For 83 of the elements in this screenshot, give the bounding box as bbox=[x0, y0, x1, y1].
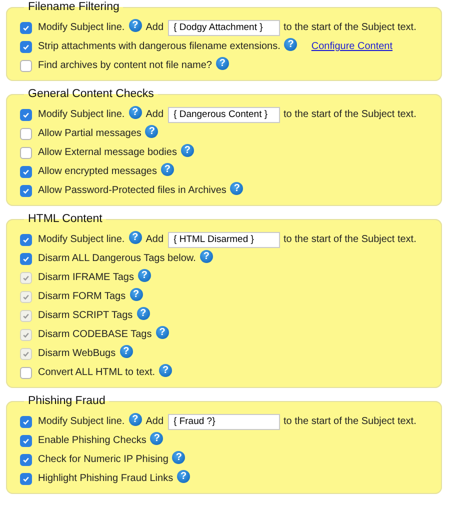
help-icon[interactable]: ? bbox=[216, 56, 229, 70]
option-label: Highlight Phishing Fraud Links bbox=[38, 473, 174, 484]
option-label: Modify Subject line. bbox=[38, 109, 125, 120]
section-title: HTML Content bbox=[27, 212, 104, 226]
checkbox[interactable] bbox=[20, 416, 32, 428]
section-title: Phishing Fraud bbox=[27, 394, 106, 408]
configure-link[interactable]: Configure Content bbox=[311, 41, 393, 52]
option-label: Check for Numeric IP Phising bbox=[38, 454, 168, 465]
help-icon[interactable]: ? bbox=[128, 18, 142, 32]
check-icon bbox=[22, 254, 30, 262]
checkbox[interactable] bbox=[20, 434, 32, 446]
check-icon bbox=[22, 474, 30, 482]
option-label: Add bbox=[146, 109, 164, 120]
help-icon[interactable]: ? bbox=[145, 124, 158, 138]
help-icon[interactable]: ? bbox=[200, 250, 213, 262]
option-label: Disarm ALL Dangerous Tags below. bbox=[38, 253, 196, 264]
check-icon bbox=[22, 42, 30, 50]
option-label: Modify Subject line. bbox=[38, 234, 125, 245]
option-label: Allow Partial messages bbox=[38, 128, 142, 139]
option-label: Enable Phishing Checks bbox=[38, 435, 146, 446]
check-icon bbox=[22, 186, 30, 194]
checkbox[interactable] bbox=[20, 22, 32, 34]
option-label: to the start of the Subject text. bbox=[284, 109, 416, 120]
option-label: to the start of the Subject text. bbox=[284, 22, 416, 33]
check-icon bbox=[22, 274, 30, 282]
option-label: Modify Subject line. bbox=[38, 416, 125, 427]
check-icon bbox=[22, 24, 30, 32]
option-label: Disarm CODEBASE Tags bbox=[38, 329, 152, 340]
checkbox[interactable] bbox=[20, 184, 32, 196]
checkbox[interactable] bbox=[20, 128, 32, 140]
option-label: Add bbox=[146, 416, 164, 427]
option-label: Add bbox=[146, 22, 164, 33]
option-label: Allow Password-Protected files in Archives bbox=[38, 185, 226, 196]
help-icon[interactable]: ? bbox=[128, 412, 142, 426]
option-label: Disarm SCRIPT Tags bbox=[38, 310, 133, 321]
help-icon[interactable]: ? bbox=[177, 470, 190, 482]
help-icon[interactable]: ? bbox=[180, 144, 194, 156]
option-label: Disarm IFRAME Tags bbox=[38, 272, 134, 283]
option-label: Strip attachments with dangerous filename extensions. bbox=[38, 41, 280, 52]
check-icon bbox=[22, 292, 30, 300]
option-label: Allow encrypted messages bbox=[38, 166, 157, 177]
check-icon bbox=[22, 436, 30, 444]
checkbox[interactable] bbox=[20, 252, 32, 264]
input-field[interactable]: { HTML Disarmed } bbox=[168, 232, 280, 248]
checkbox[interactable] bbox=[20, 366, 32, 378]
help-icon[interactable]: ? bbox=[159, 364, 172, 376]
check-icon bbox=[22, 418, 30, 426]
option-label: Add bbox=[146, 234, 164, 245]
check-icon bbox=[22, 330, 30, 338]
help-icon[interactable]: ? bbox=[128, 106, 142, 118]
section-title: General Content Checks bbox=[27, 87, 155, 101]
input-field[interactable]: { Dodgy Attachment } bbox=[168, 20, 280, 36]
option-label: Disarm FORM Tags bbox=[38, 291, 126, 302]
help-icon[interactable]: ? bbox=[160, 162, 174, 176]
help-icon[interactable]: ? bbox=[128, 230, 142, 244]
checkbox[interactable] bbox=[20, 166, 32, 178]
option-label: to the start of the Subject text. bbox=[284, 416, 416, 427]
help-icon[interactable]: ? bbox=[230, 182, 244, 194]
check-icon bbox=[22, 110, 30, 118]
check-icon bbox=[22, 312, 30, 320]
check-icon bbox=[22, 350, 30, 358]
option-label: Find archives by content not file name? bbox=[38, 60, 212, 71]
checkbox[interactable] bbox=[20, 108, 32, 120]
help-icon[interactable]: ? bbox=[150, 432, 164, 444]
option-label: to the start of the Subject text. bbox=[284, 234, 416, 245]
checkbox[interactable] bbox=[20, 454, 32, 466]
option-label: Modify Subject line. bbox=[38, 22, 125, 33]
check-icon bbox=[22, 168, 30, 176]
checkbox[interactable] bbox=[20, 472, 32, 484]
option-label: Disarm WebBugs bbox=[38, 348, 116, 359]
input-field[interactable]: { Fraud ?} bbox=[168, 414, 280, 430]
checkbox[interactable] bbox=[20, 40, 32, 52]
option-label: Convert ALL HTML to text. bbox=[38, 367, 156, 378]
input-field[interactable]: { Dangerous Content } bbox=[168, 106, 280, 122]
option-label: Allow External message bodies bbox=[38, 147, 177, 158]
help-icon[interactable]: ? bbox=[284, 38, 298, 50]
help-icon[interactable]: ? bbox=[172, 450, 186, 464]
section-title: Filename Filtering bbox=[27, 0, 120, 14]
checkbox[interactable] bbox=[20, 146, 32, 158]
check-icon bbox=[22, 456, 30, 464]
checkbox[interactable] bbox=[20, 234, 32, 246]
checkbox[interactable] bbox=[20, 60, 32, 72]
check-icon bbox=[22, 236, 30, 244]
